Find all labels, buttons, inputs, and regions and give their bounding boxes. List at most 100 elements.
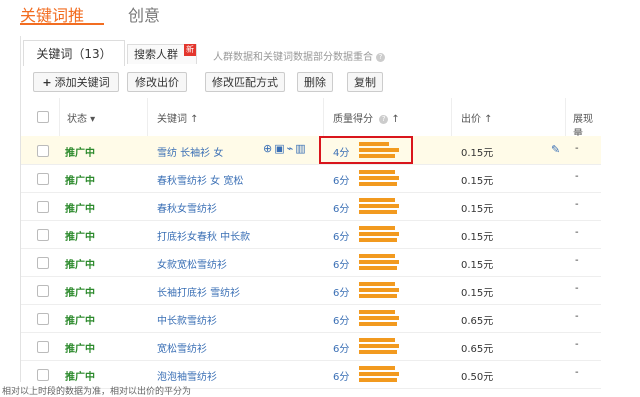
row-price: 0.65元 [461,316,494,327]
row-keyword[interactable]: 春秋女雪纺衫 [157,200,217,215]
table-header: 状态 ▾ 关键词 ↑ 质量得分 ? ↑ 出价 ↑ 展现量 [21,98,601,140]
row-price: 0.15元 [461,204,494,215]
col-divider [147,98,148,136]
row-checkbox[interactable] [37,145,49,157]
row-price: 0.15元 [461,232,494,243]
edit-match-button[interactable]: 修改匹配方式 [205,72,285,92]
edit-price-button[interactable]: 修改出价 [127,72,187,92]
col-divider [451,98,452,136]
row-keyword[interactable]: 女款宽松雪纺衫 [157,256,227,271]
row-keyword[interactable]: 长袖打底衫 雪纺衫 [157,284,240,299]
tab-creative[interactable]: 创意 [128,2,160,26]
row-status: 推广中 [65,372,95,383]
help-icon[interactable]: ? [376,52,385,62]
row-status: 推广中 [65,260,95,271]
col-divider [565,98,566,136]
quality-bars-icon [359,310,401,326]
top-nav: 关键词推 创意 [0,0,640,26]
row-keyword[interactable]: 中长款雪纺衫 [157,312,217,327]
delete-button[interactable]: 删除 [297,72,333,92]
row-quality-score: 6分 [333,288,350,299]
row-status: 推广中 [65,344,95,355]
row-keyword[interactable]: 雪纺 长袖衫 女 [157,144,223,159]
header-status[interactable]: 状态 ▾ [67,110,95,125]
row-impressions: - [575,339,579,350]
table-row[interactable]: 推广中 雪纺 长袖衫 女 ⊕▣⌁▥ 4分 0.15元 ✎ - [21,136,601,165]
header-quality-score[interactable]: 质量得分 ? ↑ [333,110,400,125]
row-checkbox[interactable] [37,257,49,269]
row-action-icons[interactable]: ⊕▣⌁▥ [263,142,308,155]
row-checkbox[interactable] [37,313,49,325]
row-impressions: - [575,143,579,154]
row-quality-score: 6分 [333,204,350,215]
header-keyword-label: 关键词 [157,114,187,125]
header-price[interactable]: 出价 ↑ [461,110,493,125]
table-row[interactable]: 推广中 春秋女雪纺衫 6分 0.15元 - [21,192,601,221]
row-impressions: - [575,367,579,378]
row-checkbox[interactable] [37,285,49,297]
row-impressions: - [575,255,579,266]
footer-caption: 相对以上时段的数据为准，相对以出价的平分为 [2,387,192,397]
edit-pencil-icon[interactable]: ✎ [551,143,560,156]
row-checkbox[interactable] [37,173,49,185]
row-checkbox[interactable] [37,229,49,241]
add-keyword-label: 添加关键词 [54,76,110,89]
add-keyword-button[interactable]: + 添加关键词 [33,72,119,92]
quality-bars-icon [359,282,401,298]
plus-icon: + [42,76,52,89]
row-keyword[interactable]: 春秋雪纺衫 女 宽松 [157,172,243,187]
active-tab-underline [20,23,104,25]
col-divider [59,98,60,136]
table-row[interactable]: 推广中 春秋雪纺衫 女 宽松 6分 0.15元 - [21,164,601,193]
row-price: 0.15元 [461,176,494,187]
help-icon[interactable]: ? [379,114,389,124]
table-row[interactable]: 推广中 宽松雪纺衫 6分 0.65元 - [21,332,601,361]
row-impressions: - [575,227,579,238]
quality-bars-icon [359,198,401,214]
row-status: 推广中 [65,316,95,327]
quality-bars-icon [359,170,401,186]
row-price: 0.65元 [461,344,494,355]
table-row[interactable]: 推广中 女款宽松雪纺衫 6分 0.15元 - [21,248,601,277]
row-impressions: - [575,283,579,294]
row-quality-score: 6分 [333,260,350,271]
header-quality-label: 质量得分 [333,114,373,125]
row-status: 推广中 [65,204,95,215]
quality-bars-icon [359,338,401,354]
row-keyword[interactable]: 打底衫女春秋 中长款 [157,228,250,243]
header-keyword[interactable]: 关键词 ↑ [157,110,199,125]
row-price: 0.15元 [461,260,494,271]
row-keyword[interactable]: 宽松雪纺衫 [157,340,207,355]
row-status: 推广中 [65,288,95,299]
row-status: 推广中 [65,176,95,187]
row-quality-score: 6分 [333,316,350,327]
row-status: 推广中 [65,148,95,159]
row-price: 0.15元 [461,288,494,299]
quality-bars-icon [359,226,401,242]
keyword-panel: 关键词（13） 搜索人群 新 人群数据和关键词数据部分数据重合? + 添加关键词 … [20,36,601,389]
highlight-box [319,136,413,164]
row-status: 推广中 [65,232,95,243]
toolbar: + 添加关键词 修改出价 修改匹配方式 删除 复制 [21,66,601,99]
table-row[interactable]: 推广中 长袖打底衫 雪纺衫 6分 0.15元 - [21,276,601,305]
col-divider [323,98,324,136]
copy-button[interactable]: 复制 [347,72,383,92]
row-checkbox[interactable] [37,341,49,353]
row-price: 0.15元 [461,148,494,159]
sub-tabs: 关键词（13） 搜索人群 新 人群数据和关键词数据部分数据重合? [21,36,601,68]
row-impressions: - [575,311,579,322]
row-quality-score: 6分 [333,176,350,187]
row-checkbox[interactable] [37,201,49,213]
table-row[interactable]: 推广中 打底衫女春秋 中长款 6分 0.15元 - [21,220,601,249]
row-price: 0.50元 [461,372,494,383]
tab-keywords[interactable]: 关键词（13） [23,40,125,68]
row-checkbox[interactable] [37,369,49,381]
row-keyword[interactable]: 泡泡袖雪纺衫 [157,368,217,383]
new-badge: 新 [184,44,196,56]
select-all-checkbox[interactable] [37,111,49,123]
table-row[interactable]: 推广中 中长款雪纺衫 6分 0.65元 - [21,304,601,333]
header-price-label: 出价 [461,114,481,125]
quality-bars-icon [359,366,401,382]
tab-hint-text: 人群数据和关键词数据部分数据重合 [213,52,373,63]
tab-hint: 人群数据和关键词数据部分数据重合? [213,48,385,63]
